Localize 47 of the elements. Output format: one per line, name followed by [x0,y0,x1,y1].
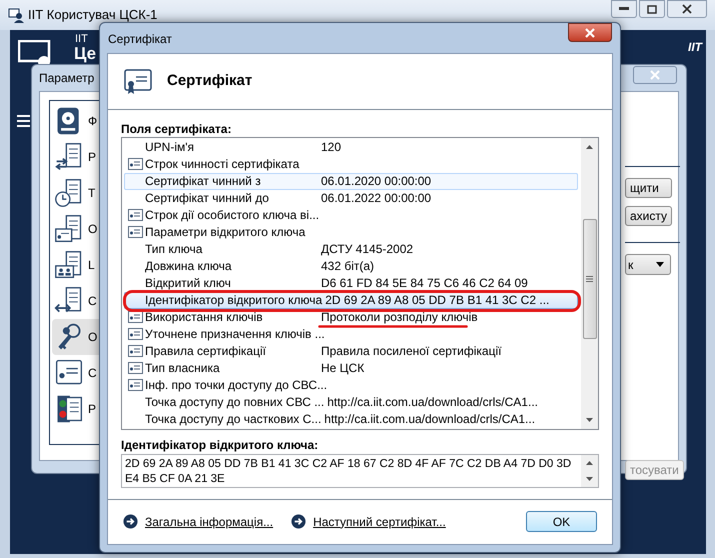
field-name: Ідентифікатор відкритого ключа [145,293,324,308]
window-title: ІІТ Користувач ЦСК-1 [28,6,158,24]
field-name: Тип власника [145,361,221,376]
sidebar-label: О [88,329,98,346]
brand-logo: IIT [688,39,702,56]
field-name: Використання ключів [145,310,264,325]
sidebar-label: Ф [88,113,98,130]
field-value: http://ca.iit.com.ua/download/crls/CA1... [327,395,538,410]
field-value: Протоколи розподілу ключів [321,310,478,325]
field-name: Сертифікат чинний з [145,174,262,189]
field-name: Строк дії особистого ключа ві... [145,208,320,223]
field-value: Не ЦСК [321,361,364,376]
field-name: Уточнене призначення ключів ... [145,327,326,342]
field-value: 06.01.2020 00:00:00 [321,174,432,189]
field-name: Точка доступу до повних СВС ... [145,395,326,410]
field-name: Строк чинності сертифіката [145,157,300,172]
sidebar-label: Р [88,401,96,418]
field-name: UPN-ім'я [145,140,196,155]
section-label: Ідентифікатор відкритого ключа: [121,438,318,452]
field-value: D6 61 FD 84 5E 84 75 C6 46 C2 64 09 [321,276,528,291]
field-name: Параметри відкритого ключа [145,225,306,240]
window-title: Параметр [39,70,94,87]
field-value: http://ca.iit.com.ua/download/crls/CA1... [324,412,536,427]
field-value: 432 біт(а) [321,259,374,274]
field-name: Тип ключа [145,242,204,257]
sidebar-label: P [88,149,96,166]
field-value: 2D 69 2A 89 A8 05 DD 7B B1 41 3C C2 ... [325,293,550,308]
field-name: Інф. про точки доступу до СВС... [145,378,328,393]
section-label: Поля сертифіката: [121,122,232,136]
dialog-title: Сертифікат [108,31,172,48]
field-name: Правила сертифікації [145,344,267,359]
sidebar-label: С [88,365,97,382]
field-name: Сертифікат чинний до [145,191,270,206]
field-value: Правила посиленої сертифікації [321,344,502,359]
sidebar-label: T [88,185,96,202]
sidebar-label: C [88,293,97,310]
sidebar-label: O [88,221,98,238]
field-name: Відкритий ключ [145,276,232,291]
field-name: Точка доступу до часткових С... [145,412,322,427]
field-name: Довжина ключа [145,259,233,274]
field-value: ДСТУ 4145-2002 [321,242,414,257]
app-heading: Це [74,45,96,63]
sidebar-label: L [88,257,95,274]
field-value: 120 [321,140,342,155]
field-value: 06.01.2022 00:00:00 [321,191,432,206]
brand-label: IIT [75,33,88,45]
dialog-heading: Сертифікат [167,71,252,92]
